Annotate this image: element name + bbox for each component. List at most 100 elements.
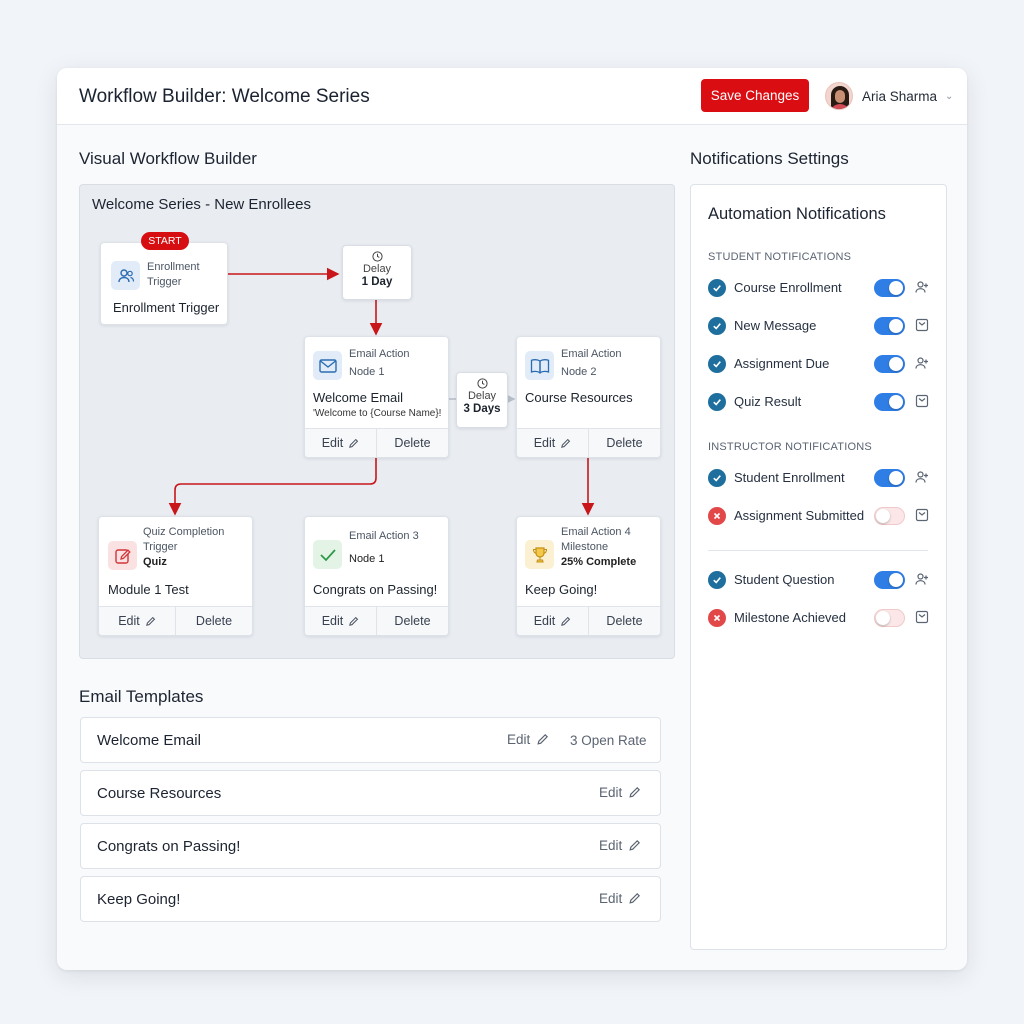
edit-button[interactable]: Edit — [305, 607, 376, 635]
delete-button[interactable]: Delete — [376, 429, 448, 457]
users-icon — [111, 261, 140, 290]
delete-button[interactable]: Delete — [175, 607, 252, 635]
delete-button[interactable]: Delete — [588, 607, 660, 635]
notification-label: Student Enrollment — [734, 470, 845, 485]
notification-row: Assignment Submitted — [708, 505, 930, 527]
node-number: Node 1 — [349, 366, 385, 378]
delay-label: Delay — [362, 263, 392, 275]
pencil-icon — [629, 892, 641, 904]
enrollment-trigger-node[interactable]: START Enrollment Trigger Enrollment Trig… — [100, 232, 228, 325]
notification-row: Assignment Due — [708, 353, 930, 375]
delete-button[interactable]: Delete — [376, 607, 448, 635]
edit-button[interactable]: Edit — [517, 607, 588, 635]
user-menu[interactable]: Aria Sharma ⌄ — [825, 81, 953, 111]
pencil-icon — [629, 839, 641, 851]
template-edit-button[interactable]: Edit — [507, 732, 549, 747]
clock-icon — [371, 251, 383, 262]
notification-toggle[interactable] — [874, 469, 905, 487]
template-name: Congrats on Passing! — [97, 838, 241, 855]
inbox-icon — [915, 318, 929, 337]
node-actions: Edit Delete — [305, 428, 448, 457]
edit-button[interactable]: Edit — [517, 429, 588, 457]
edit-button[interactable]: Edit — [305, 429, 376, 457]
user-plus-icon — [915, 470, 929, 489]
node-title: Congrats on Passing! — [313, 582, 438, 597]
template-row[interactable]: Course Resources Edit — [80, 770, 661, 816]
template-edit-button[interactable]: Edit — [599, 891, 641, 906]
email-action-node-4[interactable]: Email Action 4 Milestone 25% Complete Ke… — [516, 516, 661, 636]
node-actions: Edit Delete — [517, 606, 660, 635]
check-circle-icon — [708, 469, 726, 487]
open-rate: 3 Open Rate — [570, 733, 647, 748]
template-name: Welcome Email — [97, 732, 201, 749]
email-action-node-3[interactable]: Email Action 3 Node 1 Congrats on Passin… — [304, 516, 449, 636]
email-subject-snippet: 'Welcome to {Course Name}! — [313, 408, 442, 419]
delay-node-1-day[interactable]: Delay 1 Day — [342, 245, 412, 300]
notification-row: Course Enrollment — [708, 277, 930, 299]
quiz-completion-trigger-node[interactable]: Quiz Completion Trigger Quiz Module 1 Te… — [98, 516, 253, 636]
notification-toggle[interactable] — [874, 317, 905, 335]
check-circle-icon — [708, 393, 726, 411]
save-changes-button[interactable]: Save Changes — [701, 79, 809, 112]
workflow-section-title: Visual Workflow Builder — [79, 149, 257, 168]
pencil-icon — [537, 733, 549, 745]
node-kind-line2: Trigger — [143, 541, 178, 553]
delay-node-3-days[interactable]: Delay 3 Days — [456, 372, 508, 428]
notification-row: Student Enrollment — [708, 467, 930, 489]
template-row[interactable]: Congrats on Passing! Edit — [80, 823, 661, 869]
delay-value: 3 Days — [463, 403, 501, 415]
error-circle-icon — [708, 609, 726, 627]
node-subtype: Quiz — [143, 556, 167, 568]
node-kind: Quiz Completion — [143, 526, 225, 538]
node-kind: Email Action — [561, 348, 622, 360]
node-type: Enrollment — [147, 261, 200, 273]
edit-icon — [108, 541, 137, 570]
template-name: Keep Going! — [97, 891, 181, 908]
check-circle-icon — [708, 279, 726, 297]
node-type-line2: Trigger — [147, 276, 182, 288]
node-title: Keep Going! — [525, 582, 598, 597]
template-row[interactable]: Keep Going! Edit — [80, 876, 661, 922]
check-icon — [313, 540, 342, 569]
notification-label: Course Enrollment — [734, 280, 842, 295]
notification-toggle[interactable] — [874, 355, 905, 373]
notification-toggle[interactable] — [874, 571, 905, 589]
page-title: Workflow Builder: Welcome Series — [79, 86, 370, 107]
node-title: Welcome Email — [313, 390, 404, 405]
chevron-down-icon: ⌄ — [945, 90, 954, 102]
node-title: Enrollment Trigger — [113, 300, 220, 315]
delay-label: Delay — [467, 390, 497, 402]
notification-label: New Message — [734, 318, 817, 333]
notification-toggle[interactable] — [874, 279, 905, 297]
node-kind: Email Action 4 — [561, 526, 631, 538]
email-action-node-1[interactable]: Email Action Node 1 Welcome Email 'Welco… — [304, 336, 449, 458]
notification-row: New Message — [708, 315, 930, 337]
mail-icon — [313, 351, 342, 380]
book-icon — [525, 351, 554, 380]
notification-row: Quiz Result — [708, 391, 930, 413]
notification-label: Student Question — [734, 572, 835, 587]
email-action-node-2[interactable]: Email Action Node 2 Course Resources Edi… — [516, 336, 661, 458]
pencil-icon — [561, 616, 571, 626]
notification-toggle[interactable] — [874, 609, 905, 627]
pencil-icon — [145, 616, 155, 626]
pencil-icon — [561, 438, 571, 448]
pencil-icon — [349, 616, 359, 626]
template-edit-button[interactable]: Edit — [599, 838, 641, 853]
inbox-icon — [915, 508, 929, 527]
instructor-notifications-label: INSTRUCTOR NOTIFICATIONS — [708, 441, 872, 453]
delete-button[interactable]: Delete — [588, 429, 660, 457]
workflow-canvas[interactable]: Welcome Series - New Enrollees START Enr… — [79, 184, 675, 659]
notification-label: Assignment Due — [734, 356, 830, 371]
template-edit-button[interactable]: Edit — [599, 785, 641, 800]
template-row[interactable]: Welcome Email Edit 3 Open Rate — [80, 717, 661, 763]
notification-label: Assignment Submitted — [734, 508, 865, 523]
clock-icon — [476, 378, 488, 389]
edit-button[interactable]: Edit — [99, 607, 175, 635]
template-name: Course Resources — [97, 785, 222, 802]
notification-toggle[interactable] — [874, 393, 905, 411]
notification-toggle[interactable] — [874, 507, 905, 525]
avatar — [825, 82, 853, 110]
node-milestone: 25% Complete — [561, 556, 637, 568]
notification-label: Quiz Result — [734, 394, 802, 409]
